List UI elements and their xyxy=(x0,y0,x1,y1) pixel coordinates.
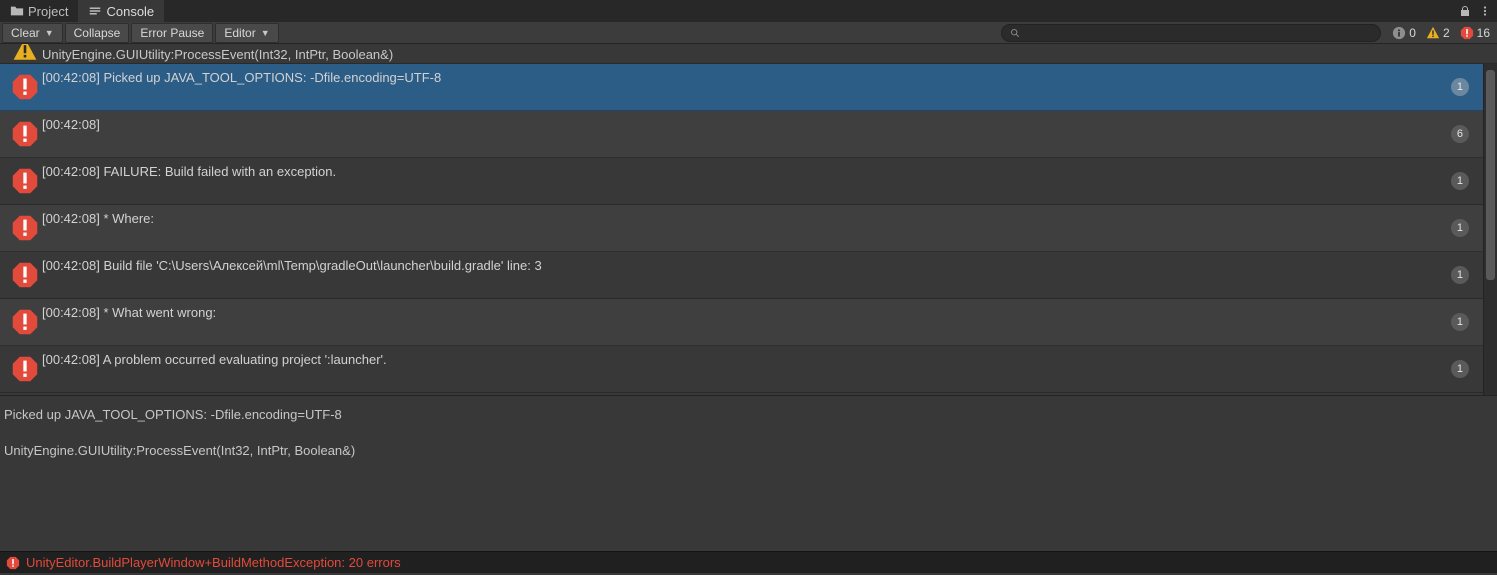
status-bar: UnityEditor.BuildPlayerWindow+BuildMetho… xyxy=(0,551,1497,573)
console-area: [00:42:08] Picked up JAVA_TOOL_OPTIONS: … xyxy=(0,64,1497,395)
log-icon-wrap xyxy=(8,261,42,289)
search-icon xyxy=(1010,28,1020,38)
error-icon xyxy=(11,261,39,289)
log-count-badge: 1 xyxy=(1451,360,1469,378)
error-icon xyxy=(11,214,39,242)
tab-project-label: Project xyxy=(28,4,68,19)
error-pause-label: Error Pause xyxy=(140,26,204,40)
error-icon xyxy=(1460,26,1474,40)
search-input[interactable] xyxy=(1024,27,1372,39)
collapse-button[interactable]: Collapse xyxy=(65,23,130,43)
filter-error-count: 16 xyxy=(1477,26,1490,40)
error-pause-button[interactable]: Error Pause xyxy=(131,23,213,43)
log-icon-wrap xyxy=(8,214,42,242)
log-icon-wrap xyxy=(8,73,42,101)
log-count-badge: 1 xyxy=(1451,219,1469,237)
log-list: [00:42:08] Picked up JAVA_TOOL_OPTIONS: … xyxy=(0,64,1483,395)
collapse-label: Collapse xyxy=(74,26,121,40)
scrollbar[interactable] xyxy=(1483,64,1497,395)
lock-icon[interactable] xyxy=(1459,5,1471,17)
warning-icon xyxy=(1426,26,1440,40)
filter-info-count: 0 xyxy=(1409,26,1416,40)
filter-error[interactable]: 16 xyxy=(1455,23,1495,43)
log-message: [00:42:08] Build file 'C:\Users\Алексей\… xyxy=(42,258,1451,273)
log-message: [00:42:08] * Where: xyxy=(42,211,1451,226)
detail-panel[interactable]: Picked up JAVA_TOOL_OPTIONS: -Dfile.enco… xyxy=(0,395,1497,551)
log-icon-wrap xyxy=(8,355,42,383)
error-icon xyxy=(11,167,39,195)
log-message: [00:42:08] Picked up JAVA_TOOL_OPTIONS: … xyxy=(42,70,1451,85)
log-count-badge: 1 xyxy=(1451,78,1469,96)
log-row[interactable]: [00:42:08] A problem occurred evaluating… xyxy=(0,346,1483,393)
log-message: [00:42:08] xyxy=(42,117,1451,132)
error-icon xyxy=(6,556,20,570)
chevron-down-icon: ▼ xyxy=(261,28,270,38)
search-box[interactable] xyxy=(1001,24,1381,42)
status-text[interactable]: UnityEditor.BuildPlayerWindow+BuildMetho… xyxy=(26,555,401,570)
error-icon xyxy=(11,73,39,101)
tab-project[interactable]: Project xyxy=(0,0,78,22)
detail-line1: Picked up JAVA_TOOL_OPTIONS: -Dfile.enco… xyxy=(4,407,342,422)
detail-line3: UnityEngine.GUIUtility:ProcessEvent(Int3… xyxy=(4,443,355,458)
error-icon xyxy=(11,308,39,336)
tab-strip: Project Console xyxy=(0,0,1497,22)
warning-icon xyxy=(12,44,38,63)
error-icon xyxy=(11,120,39,148)
filter-warning-count: 2 xyxy=(1443,26,1450,40)
filter-info[interactable]: 0 xyxy=(1387,23,1421,43)
log-count-badge: 1 xyxy=(1451,313,1469,331)
filter-warning[interactable]: 2 xyxy=(1421,23,1455,43)
log-row[interactable]: [00:42:08] Picked up JAVA_TOOL_OPTIONS: … xyxy=(0,64,1483,111)
log-count-badge: 1 xyxy=(1451,172,1469,190)
console-icon xyxy=(88,4,102,18)
window-controls xyxy=(1453,0,1497,22)
tab-console-label: Console xyxy=(106,4,154,19)
folder-icon xyxy=(10,4,24,18)
clear-button[interactable]: Clear ▼ xyxy=(2,23,63,43)
log-count-badge: 6 xyxy=(1451,125,1469,143)
editor-dropdown[interactable]: Editor ▼ xyxy=(215,23,278,43)
menu-dots-icon[interactable] xyxy=(1479,5,1491,17)
log-icon-wrap xyxy=(8,308,42,336)
editor-label: Editor xyxy=(224,26,255,40)
log-row[interactable]: [00:42:08] * Where:1 xyxy=(0,205,1483,252)
log-row[interactable]: [00:42:08] * What went wrong:1 xyxy=(0,299,1483,346)
log-row-clipped[interactable]: UnityEngine.GUIUtility:ProcessEvent(Int3… xyxy=(0,44,1497,64)
log-icon-wrap xyxy=(8,120,42,148)
log-row[interactable]: [00:42:08] FAILURE: Build failed with an… xyxy=(0,158,1483,205)
log-row[interactable]: [00:42:08]6 xyxy=(0,111,1483,158)
log-count-badge: 1 xyxy=(1451,266,1469,284)
log-message: [00:42:08] * What went wrong: xyxy=(42,305,1451,320)
clear-label: Clear xyxy=(11,26,40,40)
log-message: [00:42:08] FAILURE: Build failed with an… xyxy=(42,164,1451,179)
info-icon xyxy=(1392,26,1406,40)
scrollbar-thumb[interactable] xyxy=(1486,70,1495,280)
tab-console[interactable]: Console xyxy=(78,0,164,22)
console-toolbar: Clear ▼ Collapse Error Pause Editor ▼ 0 … xyxy=(0,22,1497,44)
log-message: [00:42:08] A problem occurred evaluating… xyxy=(42,352,1451,367)
tab-spacer xyxy=(164,0,1453,22)
chevron-down-icon: ▼ xyxy=(45,28,54,38)
error-icon xyxy=(11,355,39,383)
log-icon-wrap xyxy=(8,167,42,195)
log-row[interactable]: [00:42:08] Build file 'C:\Users\Алексей\… xyxy=(0,252,1483,299)
log-row-clipped-text: UnityEngine.GUIUtility:ProcessEvent(Int3… xyxy=(42,47,393,63)
